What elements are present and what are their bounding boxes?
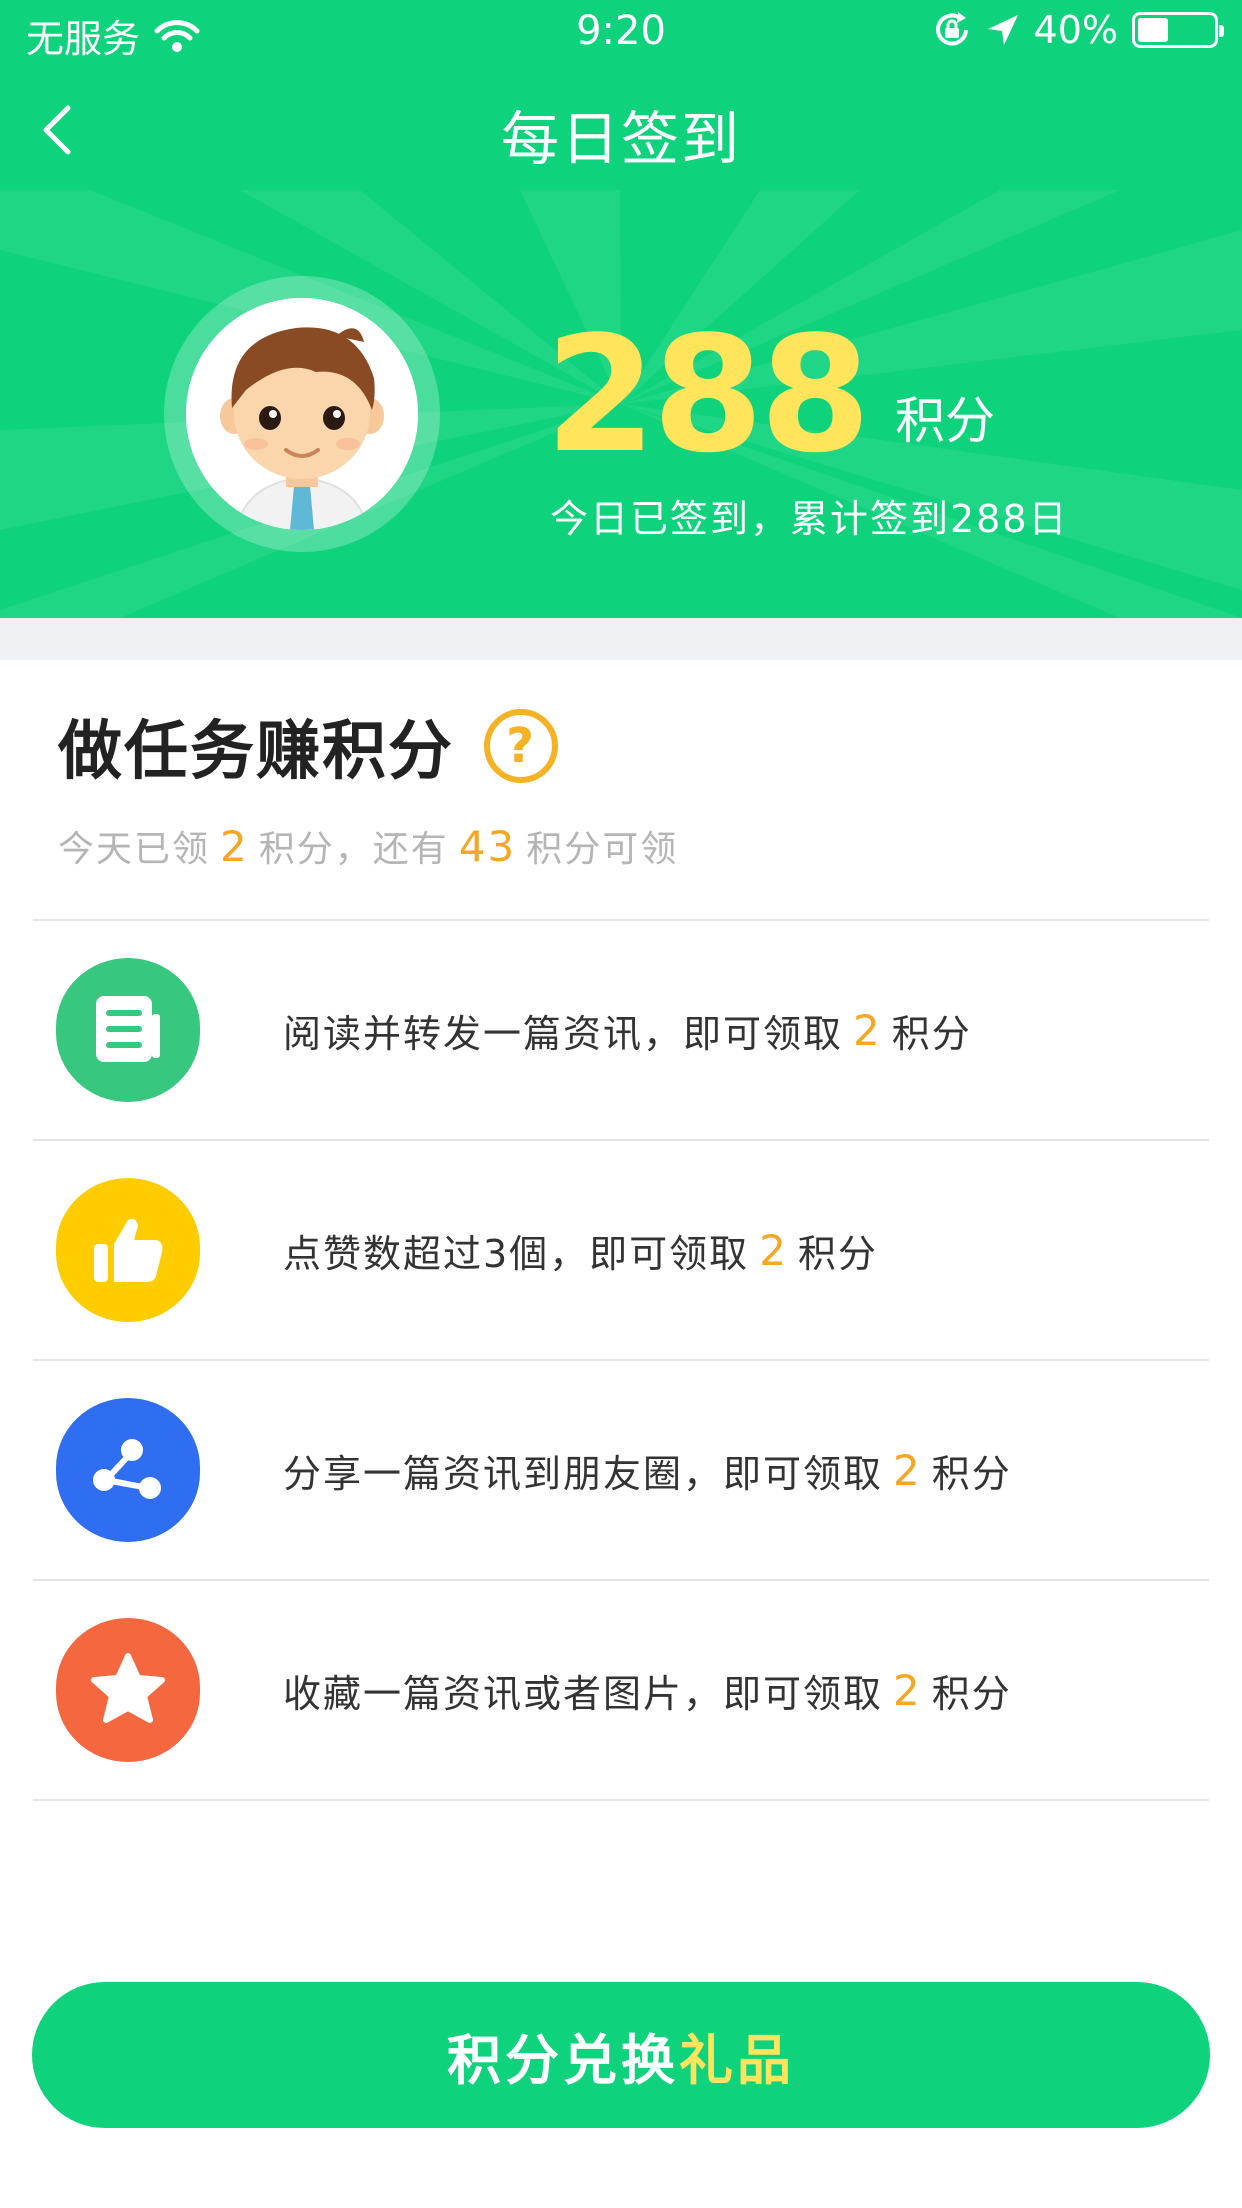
task-description: 点赞数超过3個，即可领取 [283,1231,750,1276]
task-label: 分享一篇资讯到朋友圈，即可领取 2 积分 [283,1361,1012,1579]
status-bar: 无服务 9:20 40% [0,0,1242,62]
task-points: 2 [893,1665,922,1715]
task-unit: 积分 [931,1451,1012,1496]
task-points: 2 [893,1445,922,1495]
task-description: 分享一篇资讯到朋友圈，即可领取 [283,1451,884,1496]
task-item-likes[interactable]: 点赞数超过3個，即可领取 2 积分 [33,1141,1209,1359]
task-unit: 积分 [931,1671,1012,1716]
points-display: 288 积分 [545,315,995,475]
task-item-favorite[interactable]: 收藏一篇资讯或者图片，即可领取 2 积分 [33,1581,1209,1799]
task-description: 收藏一篇资讯或者图片，即可领取 [283,1671,884,1716]
task-unit: 积分 [797,1231,878,1276]
exchange-label-part2: 礼品 [679,2028,795,2092]
task-points: 2 [853,1005,882,1055]
share-icon [56,1398,200,1542]
battery-fill [1138,18,1168,42]
checkin-status: 今日已签到，累计签到288日 [550,497,1069,541]
task-item-read-forward[interactable]: 阅读并转发一篇资讯，即可领取 2 积分 [33,921,1209,1139]
task-description: 阅读并转发一篇资讯，即可领取 [283,1011,844,1056]
points-unit: 积分 [894,392,995,450]
remaining-points: 43 [458,822,517,871]
nav-bar: 每日签到 [0,62,1242,202]
task-points: 2 [759,1225,788,1275]
task-label: 点赞数超过3個，即可领取 2 积分 [283,1141,878,1359]
cartoon-face-icon [186,298,418,530]
avatar-image [186,298,418,530]
avatar[interactable] [164,276,440,552]
task-item-share[interactable]: 分享一篇资讯到朋友圈，即可领取 2 积分 [33,1361,1209,1579]
battery-icon [1132,12,1224,48]
tasks-summary: 今天已领 2 积分，还有 43 积分可领 [58,820,678,872]
tasks-heading: 做任务赚积分 ? [58,700,558,792]
section-separator [0,618,1242,660]
rotation-lock-icon [935,12,968,46]
summary-prefix: 今天已领 [58,829,211,870]
page-title: 每日签到 [500,105,741,173]
divider [33,1799,1209,1801]
task-label: 阅读并转发一篇资讯，即可领取 2 积分 [283,921,972,1139]
exchange-gifts-button[interactable]: 积分兑换 礼品 [32,1982,1210,2128]
status-right-group: 40% [932,8,1224,52]
question-circle-icon[interactable]: ? [484,709,558,783]
exchange-label-part1: 积分兑换 [447,2028,679,2092]
task-unit: 积分 [891,1011,972,1056]
battery-percent: 40% [1033,8,1118,52]
document-icon [56,958,200,1102]
tasks-title: 做任务赚积分 [58,715,454,789]
earned-points: 2 [220,822,249,871]
summary-mid: 积分，还有 [258,829,449,870]
points-value: 288 [545,301,871,488]
task-label: 收藏一篇资讯或者图片，即可领取 2 积分 [283,1581,1012,1799]
location-arrow-icon [987,15,1018,45]
header-banner: 无服务 9:20 40% 每日签到 288 积分 今日已签到，累计签到288日 [0,0,1242,618]
summary-suffix: 积分可领 [526,829,679,870]
thumbs-up-icon [56,1178,200,1322]
star-icon [56,1618,200,1762]
